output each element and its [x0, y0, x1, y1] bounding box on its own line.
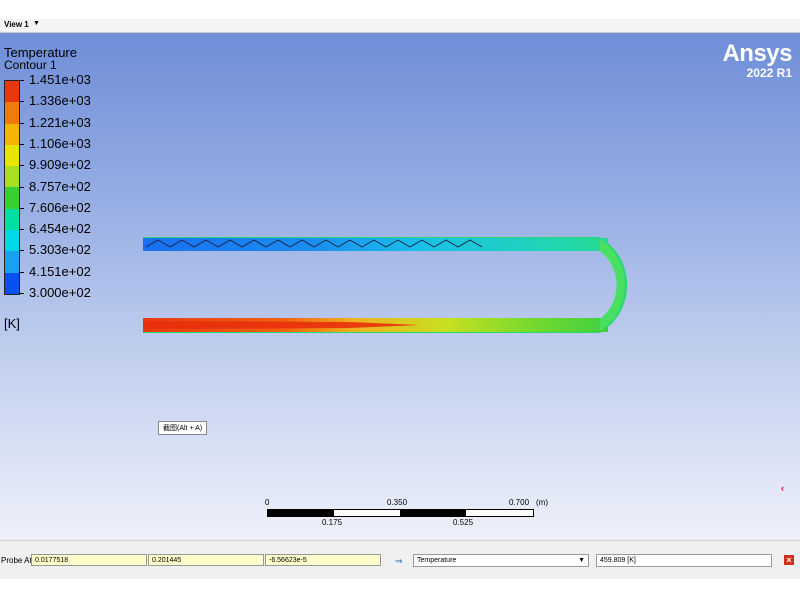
- view-tab-label: View 1: [4, 20, 29, 29]
- close-icon[interactable]: ×: [784, 555, 794, 565]
- ruler-segment-1: [268, 510, 334, 516]
- probe-icon[interactable]: ⇒: [395, 556, 403, 567]
- scale-label-175: 0.175: [322, 518, 343, 527]
- scale-unit: (m): [536, 498, 548, 507]
- probe-y-field[interactable]: 0.201445: [148, 554, 264, 566]
- chevron-down-icon: ▼: [578, 557, 585, 564]
- dropdown-triangle-icon[interactable]: ▼: [33, 20, 40, 27]
- variable-select-value: Temperature: [417, 557, 457, 564]
- probe-result-field: 459.809 [K]: [596, 554, 772, 567]
- probe-label: Probe At: [1, 556, 32, 565]
- view-tab[interactable]: View 1 ▼: [0, 19, 800, 33]
- pipe-bend: [600, 239, 625, 331]
- variable-select[interactable]: Temperature ▼: [413, 554, 589, 567]
- probe-x-field[interactable]: 0.0177518: [31, 554, 147, 566]
- pipe-upper-run: [143, 238, 608, 251]
- scale-label-0: 0: [265, 498, 270, 507]
- graphics-viewport[interactable]: Temperature Contour 1 1.451e+03 1.336e+03…: [0, 33, 800, 540]
- probe-z-field[interactable]: -6.56623e-5: [265, 554, 381, 566]
- scale-label-700: 0.700: [509, 498, 530, 507]
- scale-label-350: 0.350: [387, 498, 408, 507]
- screenshot-tooltip: 截图(Alt + A): [158, 421, 208, 435]
- probe-toolbar: Probe At 0.0177518 0.201445 -6.56623e-5 …: [0, 540, 800, 579]
- scale-label-525: 0.525: [453, 518, 474, 527]
- ruler-segment-3: [400, 510, 466, 516]
- scale-ruler: [267, 509, 534, 517]
- chevron-left-icon[interactable]: ‹: [781, 483, 784, 493]
- pipe-contour-plot: [143, 237, 628, 333]
